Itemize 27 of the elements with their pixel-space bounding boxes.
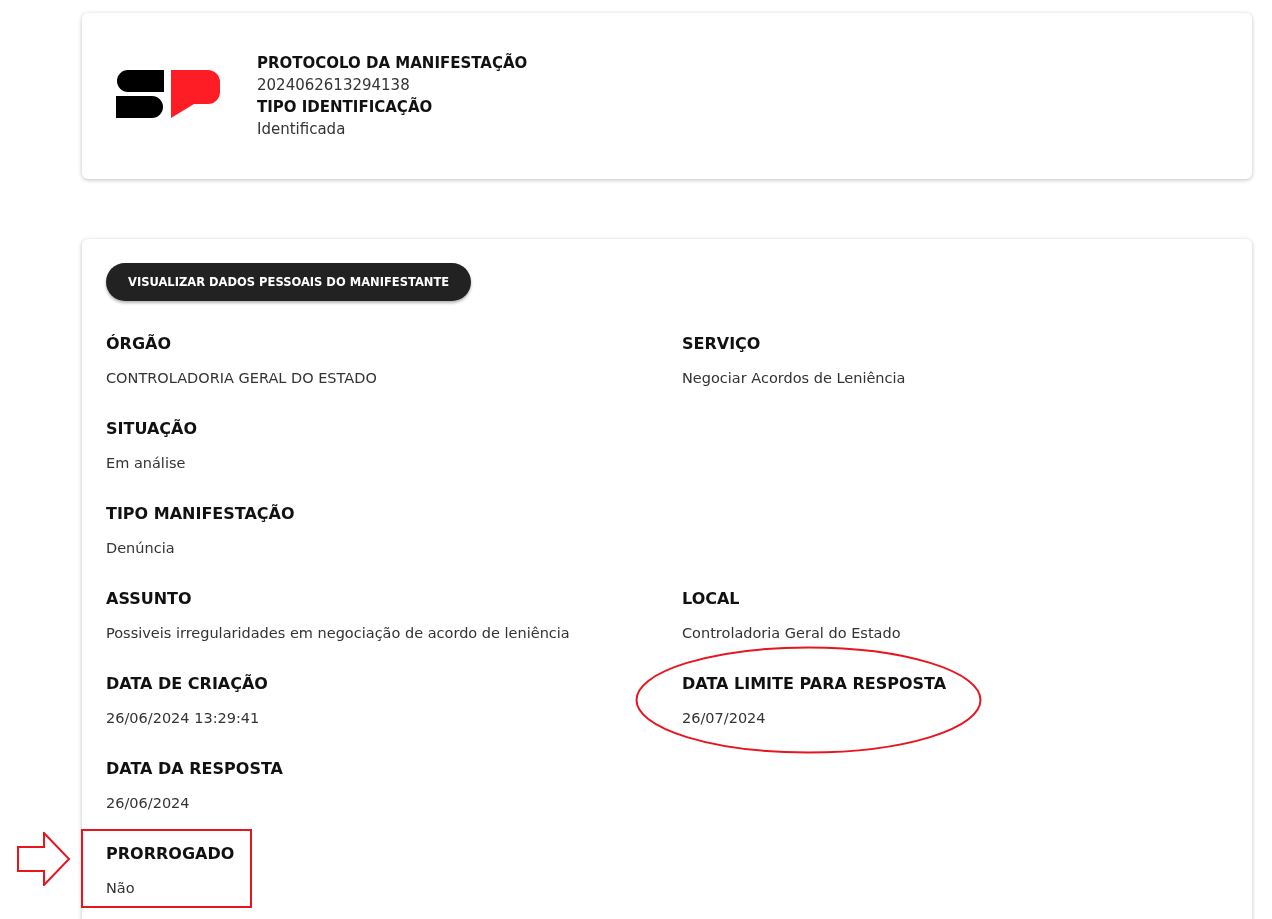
- field-value: Em análise: [106, 454, 186, 473]
- field-label: PRORROGADO: [106, 843, 235, 865]
- field-label: SITUAÇÃO: [106, 418, 197, 440]
- field-label: DATA DE CRIAÇÃO: [106, 673, 268, 695]
- field-label: DATA DA RESPOSTA: [106, 758, 283, 780]
- field-value: Possiveis irregularidades em negociação de acordo de leniência: [106, 624, 570, 643]
- field-value: 26/06/2024: [106, 794, 190, 813]
- field-label: ÓRGÃO: [106, 333, 172, 355]
- field-label: SERVIÇO: [682, 333, 761, 355]
- view-personal-data-button[interactable]: VISUALIZAR DADOS PESSOAIS DO MANIFESTANTE: [106, 263, 472, 301]
- field-value: 26/07/2024: [682, 709, 766, 728]
- field-label: ASSUNTO: [106, 588, 192, 610]
- field-label: DATA LIMITE PARA RESPOSTA: [682, 673, 947, 695]
- field-value: Negociar Acordos de Leniência: [682, 369, 906, 388]
- field-label: PROTOCOLO DA MANIFESTAÇÃO: [257, 52, 528, 74]
- field-value: 2024062613294138: [257, 75, 411, 96]
- field-label: TIPO MANIFESTAÇÃO: [106, 503, 295, 525]
- logo-icon: [116, 70, 220, 118]
- field-value: Denúncia: [106, 539, 175, 558]
- field-value: Identificada: [257, 119, 347, 140]
- arrow-icon: [17, 832, 71, 886]
- field-label: TIPO IDENTIFICAÇÃO: [257, 96, 434, 118]
- field-label: LOCAL: [682, 588, 740, 610]
- field-value: 26/06/2024 13:29:41: [106, 709, 260, 728]
- field-value: Controladoria Geral do Estado: [682, 624, 901, 643]
- field-value: CONTROLADORIA GERAL DO ESTADO: [106, 369, 377, 388]
- field-value: Não: [106, 879, 135, 898]
